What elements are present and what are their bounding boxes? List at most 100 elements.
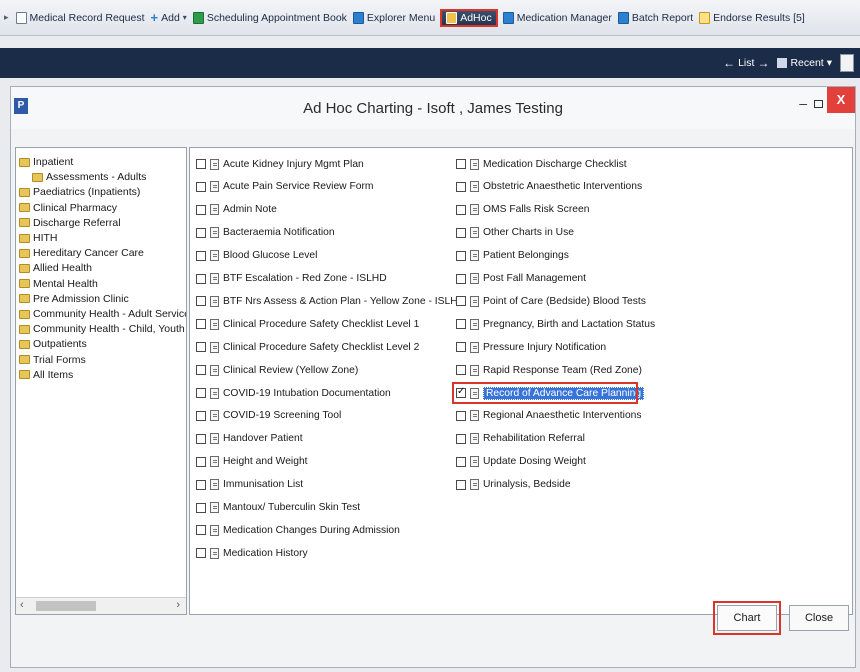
form-list-item[interactable]: Post Fall Management (456, 271, 586, 287)
form-checkbox[interactable] (456, 227, 466, 238)
form-list-item[interactable]: Patient Belongings (456, 248, 569, 264)
form-list-item[interactable]: Clinical Review (Yellow Zone) (196, 362, 358, 378)
form-list-item[interactable]: Obstetric Anaesthetic Interventions (456, 179, 642, 195)
form-checkbox[interactable] (196, 433, 206, 444)
scrollbar-thumb[interactable] (36, 601, 96, 611)
form-checkbox[interactable] (456, 204, 466, 215)
form-checkbox[interactable] (196, 365, 206, 376)
folder-tree[interactable]: Inpatient Assessments - Adults Paediatrics… (15, 147, 187, 615)
toolbar-endorse-results[interactable]: Endorse Results [5] (696, 10, 808, 26)
toolbar-adhoc-button[interactable]: AdHoc (440, 8, 498, 27)
tree-folder-item[interactable]: Assessments - Adults (32, 171, 146, 183)
form-checkbox[interactable] (196, 548, 206, 559)
form-checkbox[interactable] (196, 525, 206, 536)
form-checkbox[interactable] (196, 410, 206, 421)
maximize-button[interactable] (814, 100, 823, 108)
form-list-item[interactable]: BTF Escalation - Red Zone - ISLHD (196, 271, 387, 287)
tree-folder-item[interactable]: HITH (19, 232, 58, 244)
toolbar-medical-record-request[interactable]: Medical Record Request (13, 10, 148, 26)
form-checkbox[interactable] (196, 181, 206, 192)
form-list-item[interactable]: Pressure Injury Notification (456, 339, 606, 355)
form-checkbox[interactable] (456, 456, 466, 467)
form-checkbox[interactable] (196, 273, 206, 284)
form-checkbox[interactable] (456, 250, 466, 261)
tree-folder-item[interactable]: Inpatient (19, 156, 73, 168)
toolbar-scheduling-appointment-book[interactable]: Scheduling Appointment Book (190, 10, 350, 26)
tree-folder-item[interactable]: All Items (19, 369, 73, 381)
form-list-item[interactable]: Height and Weight (196, 454, 308, 470)
form-list-item[interactable]: Rapid Response Team (Red Zone) (456, 362, 642, 378)
form-list-item[interactable]: Point of Care (Bedside) Blood Tests (456, 293, 646, 309)
tree-folder-item[interactable]: Hereditary Cancer Care (19, 247, 144, 259)
form-list-item[interactable]: Medication Discharge Checklist (456, 156, 627, 172)
form-list-item[interactable]: Rehabilitation Referral (456, 431, 585, 447)
form-checkbox[interactable] (456, 410, 466, 421)
toolbar-add[interactable]: + Add ▾ (148, 8, 190, 27)
form-checkbox[interactable] (196, 296, 206, 307)
tree-folder-item[interactable]: Allied Health (19, 262, 92, 274)
form-list-item[interactable]: Medication Changes During Admission (196, 522, 400, 538)
close-button[interactable]: Close (789, 605, 849, 631)
list-nav-button[interactable]: ← List → (723, 56, 769, 70)
form-checkbox[interactable] (196, 204, 206, 215)
form-checkbox[interactable] (196, 342, 206, 353)
form-list-item[interactable]: Clinical Procedure Safety Checklist Leve… (196, 339, 419, 355)
form-list-item[interactable]: COVID-19 Intubation Documentation (196, 385, 391, 401)
form-list-item[interactable]: Regional Anaesthetic Interventions (456, 408, 642, 424)
recent-dropdown[interactable]: Recent ▾ (777, 57, 832, 69)
form-checkbox[interactable] (456, 273, 466, 284)
form-checkbox[interactable] (196, 456, 206, 467)
tree-folder-item[interactable]: Paediatrics (Inpatients) (19, 186, 140, 198)
tree-horizontal-scrollbar[interactable]: ‹ › (16, 597, 186, 614)
tree-folder-item[interactable]: Clinical Pharmacy (19, 202, 117, 214)
form-checkbox[interactable] (456, 296, 466, 307)
form-checkbox[interactable] (196, 388, 206, 398)
close-window-button[interactable]: X (827, 87, 855, 113)
form-list-item[interactable]: Mantoux/ Tuberculin Skin Test (196, 500, 360, 516)
search-box-stub[interactable] (840, 54, 854, 72)
form-checkbox[interactable] (196, 159, 206, 169)
form-checkbox[interactable] (456, 365, 466, 376)
form-checkbox[interactable] (196, 227, 206, 238)
tree-folder-item[interactable]: Mental Health (19, 278, 98, 290)
form-checkbox[interactable] (196, 250, 206, 261)
form-list-item[interactable]: Urinalysis, Bedside (456, 477, 571, 493)
tree-folder-item[interactable]: Community Health - Child, Youth an (19, 323, 186, 335)
form-list-item[interactable]: Admin Note (196, 202, 277, 218)
form-checkbox[interactable] (456, 159, 466, 169)
form-list-item[interactable]: Bacteraemia Notification (196, 225, 335, 241)
form-checkbox[interactable] (456, 319, 466, 330)
tree-folder-item[interactable]: Outpatients (19, 338, 87, 350)
form-list-item[interactable]: Blood Glucose Level (196, 248, 317, 264)
tree-folder-item[interactable]: Pre Admission Clinic (19, 293, 129, 305)
tree-folder-item[interactable]: Discharge Referral (19, 217, 121, 229)
form-checkbox[interactable] (456, 479, 466, 490)
form-list-item[interactable]: Clinical Procedure Safety Checklist Leve… (196, 316, 419, 332)
form-list-item[interactable]: Pregnancy, Birth and Lactation Status (456, 316, 655, 332)
form-list-item[interactable]: Medication History (196, 545, 308, 561)
minimize-button[interactable]: – (799, 95, 807, 111)
form-checkbox[interactable] (456, 433, 466, 444)
form-checkbox[interactable] (456, 181, 466, 192)
toolbar-medication-manager[interactable]: Medication Manager (500, 10, 615, 26)
toolbar-overflow-icon[interactable]: ▸ (4, 12, 9, 23)
form-list-item[interactable]: Other Charts in Use (456, 225, 574, 241)
toolbar-batch-report[interactable]: Batch Report (615, 10, 696, 26)
form-list-item[interactable]: OMS Falls Risk Screen (456, 202, 589, 218)
form-list-item[interactable]: BTF Nrs Assess & Action Plan - Yellow Zo… (196, 293, 465, 309)
form-list-item[interactable]: Update Dosing Weight (456, 454, 586, 470)
form-checkbox[interactable] (196, 479, 206, 490)
form-checkbox[interactable] (196, 319, 206, 330)
form-checkbox[interactable] (456, 342, 466, 353)
tree-folder-item[interactable]: Community Health - Adult Services (19, 308, 186, 320)
form-list-item[interactable]: Acute Pain Service Review Form (196, 179, 374, 195)
form-checkbox[interactable] (196, 502, 206, 513)
scroll-left-icon[interactable]: ‹ (20, 599, 24, 611)
scroll-right-icon[interactable]: › (176, 599, 180, 611)
form-list-item[interactable]: Acute Kidney Injury Mgmt Plan (196, 156, 364, 172)
form-list-item[interactable]: Handover Patient (196, 431, 303, 447)
toolbar-explorer-menu[interactable]: Explorer Menu (350, 10, 438, 26)
tree-folder-item[interactable]: Trial Forms (19, 354, 86, 366)
form-list-item[interactable]: COVID-19 Screening Tool (196, 408, 341, 424)
form-list-item[interactable]: Immunisation List (196, 477, 303, 493)
